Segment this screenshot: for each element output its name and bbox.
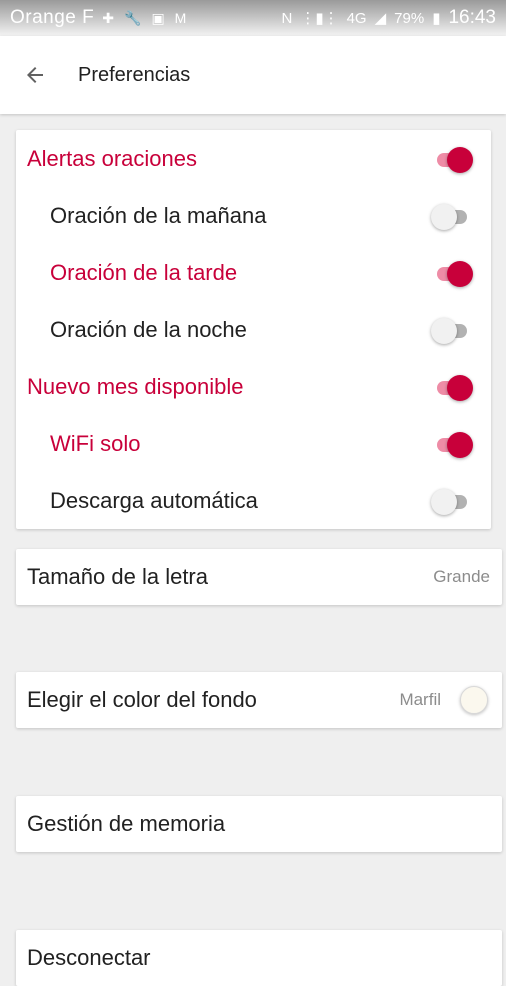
app-toolbar: Preferencias	[0, 36, 506, 114]
wifi-only-row[interactable]: WiFi solo	[16, 415, 491, 472]
logout-label: Desconectar	[27, 945, 151, 970]
wifi-only-switch[interactable]	[431, 430, 473, 458]
color-swatch[interactable]	[460, 686, 488, 714]
morning-prayer-label: Oración de la mañana	[50, 202, 267, 228]
night-prayer-row[interactable]: Oración de la noche	[16, 301, 491, 358]
status-bar: Orange F ✚ 🔧 ▣ M N ⋮▮⋮ 4G ◢ 79% ▮ 16:43	[0, 0, 506, 36]
alerts-prayers-switch[interactable]	[431, 145, 473, 173]
new-month-row[interactable]: Nuevo mes disponible	[16, 358, 491, 415]
font-size-value: Grande	[433, 567, 490, 586]
memory-management-label: Gestión de memoria	[27, 811, 226, 836]
signal-icon: ◢	[374, 10, 387, 27]
arrow-back-icon	[27, 67, 43, 83]
night-prayer-switch[interactable]	[431, 316, 473, 344]
wifi-only-label: WiFi solo	[50, 430, 141, 456]
carrier-name: Orange F	[10, 7, 95, 28]
battery-percent: 79%	[394, 9, 425, 27]
memory-management-setting[interactable]: Gestión de memoria	[16, 796, 502, 852]
background-color-setting[interactable]: Elegir el color del fondo Marfil	[16, 672, 502, 728]
gmail-icon: M	[174, 10, 187, 26]
notification-icon: ✚	[102, 9, 114, 26]
new-month-label: Nuevo mes disponible	[27, 373, 244, 399]
new-month-switch[interactable]	[431, 373, 473, 401]
nfc-icon: N	[281, 9, 293, 27]
afternoon-prayer-row[interactable]: Oración de la tarde	[16, 244, 491, 301]
wrench-icon: 🔧	[124, 9, 142, 26]
background-color-value: Marfil	[399, 690, 441, 709]
morning-prayer-switch[interactable]	[431, 202, 473, 230]
notification-icons: ✚ 🔧 ▣ M	[102, 10, 186, 27]
morning-prayer-row[interactable]: Oración de la mañana	[16, 187, 491, 244]
clock: 16:43	[448, 7, 496, 28]
vibrate-icon: ⋮▮⋮	[300, 10, 339, 27]
auto-download-label: Descarga automática	[50, 487, 258, 513]
font-size-label: Tamaño de la letra	[27, 564, 208, 589]
auto-download-switch[interactable]	[431, 487, 473, 515]
alerts-prayers-row[interactable]: Alertas oraciones	[16, 130, 491, 187]
logout-setting[interactable]: Desconectar	[16, 930, 502, 986]
back-button[interactable]	[18, 58, 52, 92]
network-type: 4G	[346, 9, 367, 27]
page-title: Preferencias	[78, 63, 191, 86]
night-prayer-label: Oración de la noche	[50, 316, 247, 342]
font-size-setting[interactable]: Tamaño de la letra Grande	[16, 549, 502, 605]
battery-icon: ▮	[432, 10, 441, 27]
alerts-prayers-label: Alertas oraciones	[27, 145, 197, 171]
image-icon: ▣	[151, 9, 165, 26]
background-color-label: Elegir el color del fondo	[27, 687, 257, 712]
afternoon-prayer-label: Oración de la tarde	[50, 259, 238, 285]
alerts-card: Alertas oraciones Oración de la mañana O…	[16, 130, 491, 529]
afternoon-prayer-switch[interactable]	[431, 259, 473, 287]
auto-download-row[interactable]: Descarga automática	[16, 472, 491, 529]
